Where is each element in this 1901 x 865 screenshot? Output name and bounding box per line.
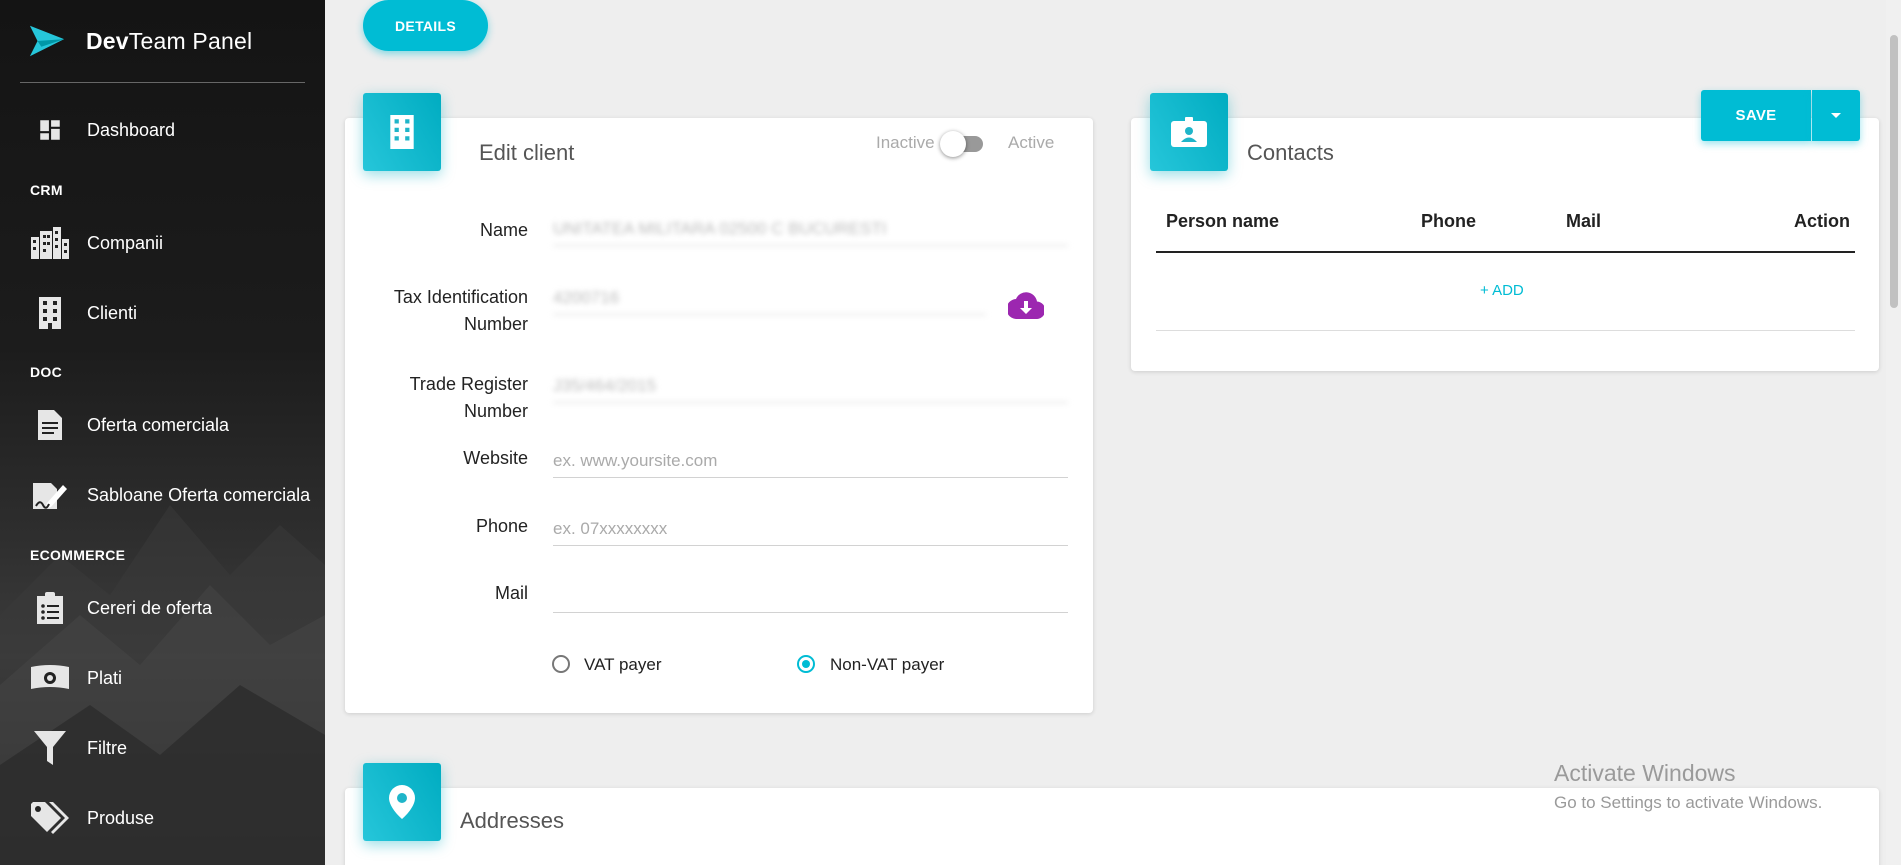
sidebar-item-label: Companii [87, 232, 164, 253]
name-label: Name [479, 220, 528, 240]
watermark-line2: Go to Settings to activate Windows. [1554, 793, 1823, 812]
sidebar-item-oferta-comerciala[interactable]: Oferta comerciala [0, 401, 325, 449]
table-row-divider [1156, 330, 1855, 331]
phone-label: Phone [475, 516, 528, 536]
column-phone[interactable]: Phone [1421, 211, 1476, 232]
trade-register-label-line2: Number [463, 401, 528, 421]
sidebar-item-label: Cereri de oferta [87, 597, 213, 618]
trade-register-field[interactable] [553, 369, 1068, 403]
scrollbar-thumb[interactable] [1890, 35, 1898, 308]
brand-divider [20, 82, 305, 83]
details-button[interactable]: DETAILS [363, 0, 488, 51]
watermark-line1: Activate Windows [1554, 760, 1736, 786]
status-inactive-label: Inactive [876, 133, 935, 152]
mail-label: Mail [494, 583, 528, 603]
filter-icon [30, 728, 70, 768]
clipboard-list-icon [30, 588, 70, 628]
website-field[interactable] [553, 444, 1068, 478]
phone-field[interactable] [553, 512, 1068, 546]
non-vat-payer-label: Non-VAT payer [830, 655, 945, 674]
column-mail[interactable]: Mail [1566, 211, 1601, 232]
sidebar-item-label: Dashboard [87, 119, 176, 140]
tax-id-label-line1: Tax Identification [393, 287, 528, 307]
sidebar-item-label: Plati [87, 667, 123, 688]
document-icon [30, 405, 70, 445]
tax-id-field[interactable] [553, 281, 986, 315]
name-field[interactable] [553, 212, 1068, 246]
money-icon [30, 658, 70, 698]
save-dropdown-button[interactable] [1812, 90, 1860, 141]
trade-register-label: Trade Register Number [410, 371, 528, 425]
website-label: Website [463, 448, 528, 468]
paper-plane-logo-icon [29, 25, 65, 57]
sidebar-item-label: Clienti [87, 302, 138, 323]
tax-id-label-line2: Number [463, 314, 528, 334]
sidebar: DevTeam Panel Dashboard CRM Companii Cli… [0, 0, 325, 865]
cloud-download-icon[interactable] [1006, 291, 1046, 325]
sidebar-item-sabloane-oferta-comerciala[interactable]: Sabloane Oferta comerciala [0, 471, 325, 519]
column-person-name[interactable]: Person name [1166, 211, 1279, 232]
city-icon [30, 223, 70, 263]
section-crm: CRM [30, 182, 63, 198]
table-header-divider [1156, 251, 1855, 253]
tax-id-label: Tax Identification Number [394, 284, 528, 338]
edit-client-title: Edit client [479, 140, 575, 165]
save-button[interactable]: SAVE [1701, 90, 1811, 141]
add-contact-button[interactable]: + ADD [1480, 282, 1524, 299]
sidebar-item-label: Sabloane Oferta comerciala [87, 484, 311, 505]
brand-name: DevTeam Panel [86, 27, 253, 54]
status-active-label: Active [1008, 133, 1055, 152]
windows-activation-watermark: Activate Windows Go to Settings to activ… [1554, 760, 1822, 813]
sidebar-item-label: Oferta comerciala [87, 414, 230, 435]
sidebar-item-label: Produse [87, 807, 155, 828]
column-action[interactable]: Action [1794, 211, 1850, 232]
building-card-icon [363, 93, 441, 171]
sidebar-item-clienti[interactable]: Clienti [0, 289, 325, 337]
vat-payer-radio[interactable] [552, 655, 570, 673]
brand-logo[interactable]: DevTeam Panel [28, 20, 252, 62]
status-toggle-knob[interactable] [940, 131, 966, 157]
tags-icon [30, 798, 70, 838]
building-icon [30, 293, 70, 333]
sidebar-item-filtre[interactable]: Filtre [0, 724, 325, 772]
sidebar-item-dashboard[interactable]: Dashboard [0, 106, 325, 154]
sidebar-item-plati[interactable]: Plati [0, 654, 325, 702]
non-vat-payer-radio[interactable] [797, 655, 815, 673]
section-doc: DOC [30, 364, 63, 380]
sidebar-item-companii[interactable]: Companii [0, 219, 325, 267]
sidebar-item-cereri-de-oferta[interactable]: Cereri de oferta [0, 584, 325, 632]
sidebar-item-label: Filtre [87, 737, 127, 758]
sidebar-item-produse[interactable]: Produse [0, 794, 325, 842]
dashboard-icon [30, 110, 70, 150]
contact-card-icon [1150, 93, 1228, 171]
addresses-title: Addresses [460, 808, 564, 833]
vat-payer-label: VAT payer [584, 655, 662, 674]
signature-icon [30, 475, 70, 515]
section-ecommerce: ECOMMERCE [30, 547, 126, 563]
location-pin-icon [363, 763, 441, 841]
mail-field[interactable] [553, 579, 1068, 613]
trade-register-label-line1: Trade Register [409, 374, 528, 394]
chevron-down-icon [1831, 113, 1841, 118]
contacts-card [1131, 118, 1879, 371]
contacts-title: Contacts [1247, 140, 1334, 165]
